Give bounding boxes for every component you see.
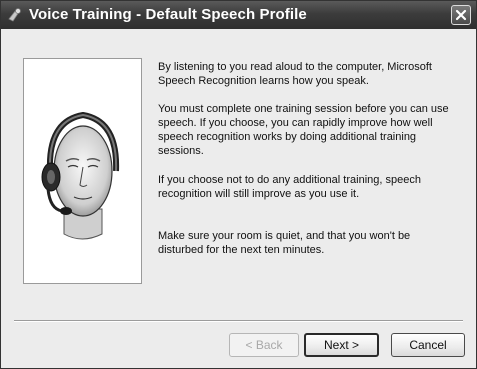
head-with-headset-icon bbox=[41, 111, 120, 240]
quiet-room-paragraph: Make sure your room is quiet, and that y… bbox=[158, 230, 411, 256]
cancel-button[interactable]: Cancel bbox=[391, 333, 465, 357]
back-button[interactable]: < Back bbox=[229, 333, 299, 357]
optional-training-paragraph: If you choose not to do any additional t… bbox=[158, 174, 421, 200]
training-requirement-paragraph: You must complete one training session b… bbox=[158, 103, 449, 157]
title-bar: Voice Training - Default Speech Profile bbox=[1, 1, 476, 29]
headset-illustration bbox=[23, 58, 142, 284]
window-title: Voice Training - Default Speech Profile bbox=[29, 6, 307, 23]
back-button-label: < Back bbox=[245, 338, 283, 352]
next-button[interactable]: Next > bbox=[304, 333, 379, 357]
voice-training-dialog: Voice Training - Default Speech Profile bbox=[0, 0, 477, 369]
button-divider bbox=[14, 320, 463, 322]
speech-app-icon bbox=[7, 7, 23, 23]
close-icon bbox=[455, 9, 467, 21]
next-button-label: Next > bbox=[323, 338, 359, 352]
intro-paragraph: By listening to you read aloud to the co… bbox=[158, 61, 432, 87]
cancel-button-label: Cancel bbox=[409, 338, 447, 352]
close-button[interactable] bbox=[451, 5, 471, 25]
